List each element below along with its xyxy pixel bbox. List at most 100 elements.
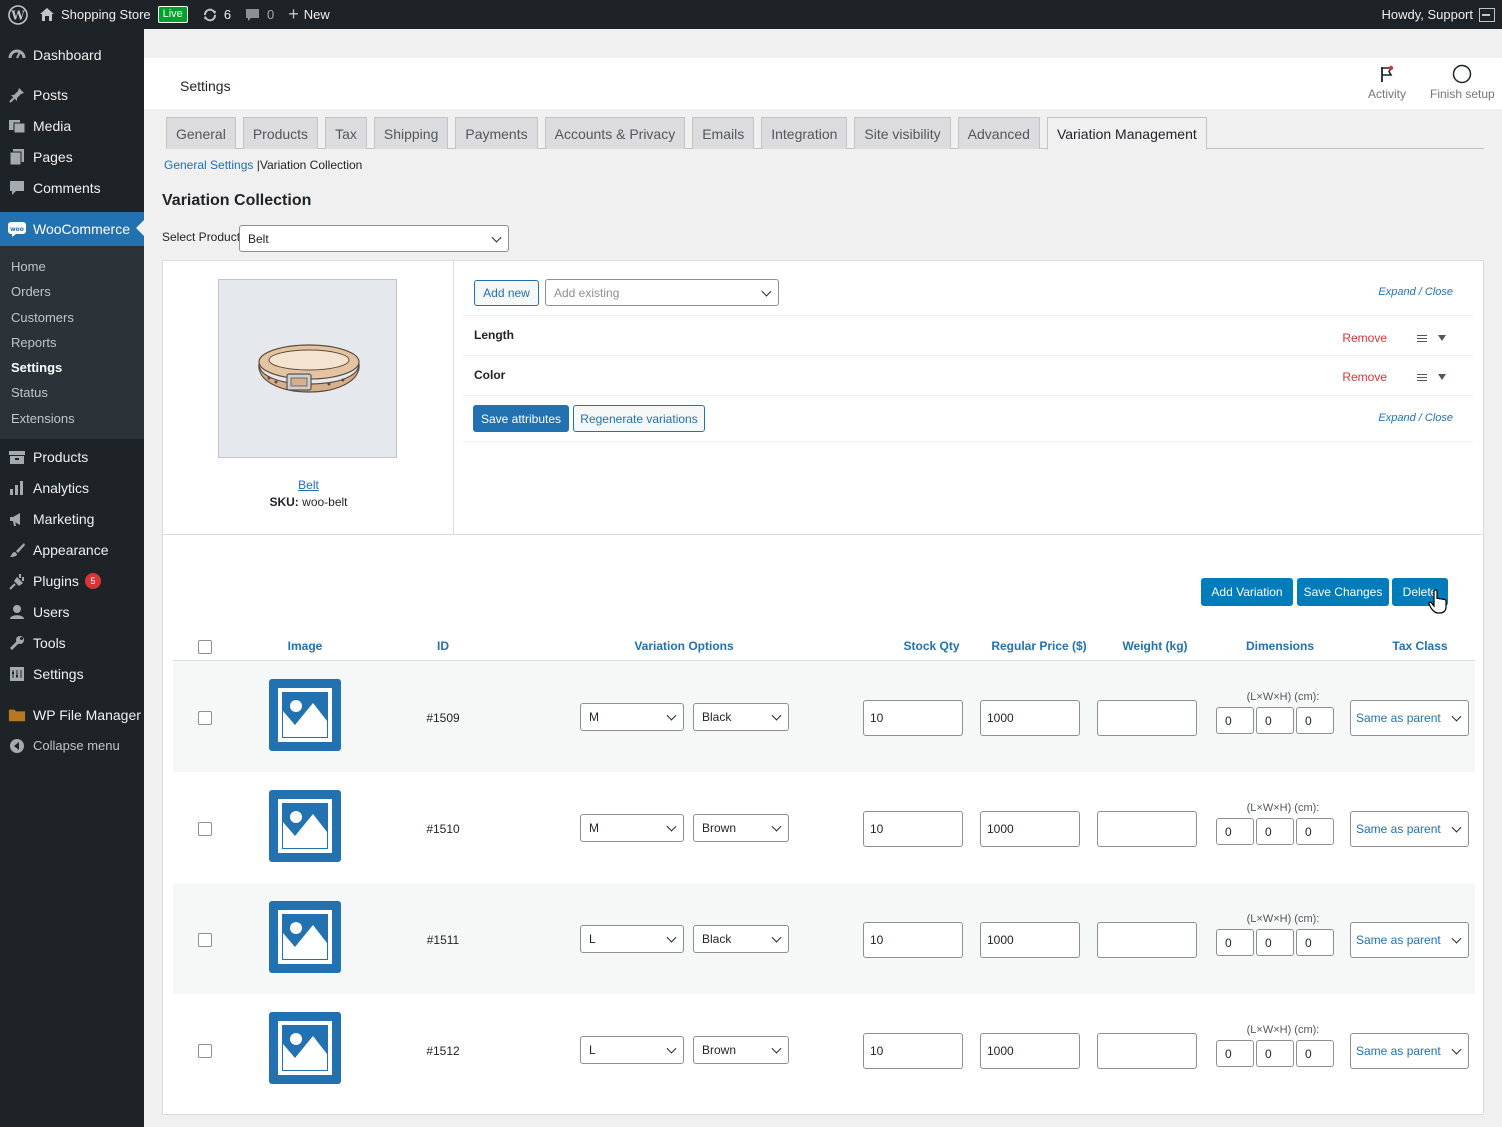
- product-name-link[interactable]: Belt: [163, 478, 454, 492]
- weight-input[interactable]: [1097, 811, 1197, 847]
- tab-payments[interactable]: Payments: [455, 117, 538, 149]
- finish-setup-button[interactable]: Finish setup: [1430, 64, 1495, 101]
- menu-comments[interactable]: Comments: [0, 172, 144, 203]
- row-checkbox[interactable]: [198, 822, 212, 836]
- general-settings-link[interactable]: General Settings: [164, 158, 253, 172]
- menu-pages[interactable]: Pages: [0, 141, 144, 172]
- select-product-dropdown[interactable]: Belt: [239, 225, 509, 252]
- menu-marketing[interactable]: Marketing: [0, 503, 144, 534]
- variation-image-placeholder[interactable]: [269, 790, 341, 862]
- option1-select[interactable]: L: [580, 1036, 684, 1064]
- tax-class-select[interactable]: Same as parent: [1350, 922, 1469, 958]
- submenu-settings[interactable]: Settings: [0, 355, 144, 380]
- stock-qty-input[interactable]: 10: [863, 922, 963, 958]
- regular-price-input[interactable]: 1000: [980, 1033, 1080, 1069]
- new-content-link[interactable]: + New: [281, 0, 337, 29]
- regular-price-input[interactable]: 1000: [980, 922, 1080, 958]
- collapse-menu[interactable]: Collapse menu: [0, 730, 144, 761]
- add-new-attribute-button[interactable]: Add new: [474, 280, 539, 306]
- height-input[interactable]: 0: [1296, 818, 1334, 845]
- width-input[interactable]: 0: [1256, 707, 1294, 734]
- menu-posts[interactable]: Posts: [0, 79, 144, 110]
- stock-qty-input[interactable]: 10: [863, 1033, 963, 1069]
- menu-file-manager[interactable]: WP File Manager: [0, 699, 144, 730]
- stock-qty-input[interactable]: 10: [863, 700, 963, 736]
- variation-image-placeholder[interactable]: [269, 901, 341, 973]
- drag-handle-icon[interactable]: [1417, 335, 1427, 342]
- width-input[interactable]: 0: [1256, 929, 1294, 956]
- toggle-arrow-icon[interactable]: [1438, 335, 1446, 341]
- menu-appearance[interactable]: Appearance: [0, 534, 144, 565]
- menu-products[interactable]: Products: [0, 441, 144, 472]
- height-input[interactable]: 0: [1296, 1040, 1334, 1067]
- weight-input[interactable]: [1097, 1033, 1197, 1069]
- updates-link[interactable]: 6: [195, 0, 238, 29]
- variation-image-placeholder[interactable]: [269, 1012, 341, 1084]
- tab-products[interactable]: Products: [242, 117, 319, 149]
- menu-woocommerce[interactable]: woo WooCommerce: [0, 212, 144, 246]
- submenu-home[interactable]: Home: [0, 254, 144, 279]
- remove-attribute-link[interactable]: Remove: [1342, 331, 1387, 345]
- close-link[interactable]: Close: [1425, 412, 1453, 424]
- height-input[interactable]: 0: [1296, 707, 1334, 734]
- regular-price-input[interactable]: 1000: [980, 700, 1080, 736]
- tab-tax[interactable]: Tax: [325, 117, 367, 149]
- activity-button[interactable]: Activity: [1368, 64, 1406, 101]
- submenu-orders[interactable]: Orders: [0, 279, 144, 304]
- my-account-link[interactable]: Howdy, Support: [1374, 0, 1502, 29]
- submenu-customers[interactable]: Customers: [0, 305, 144, 330]
- save-changes-button[interactable]: Save Changes: [1297, 578, 1389, 606]
- menu-tools[interactable]: Tools: [0, 627, 144, 658]
- option1-select[interactable]: M: [580, 814, 684, 842]
- tax-class-select[interactable]: Same as parent: [1350, 700, 1469, 736]
- wordpress-logo-icon[interactable]: W: [0, 0, 32, 29]
- attribute-row-length[interactable]: Length Remove: [463, 316, 1473, 356]
- tab-site-visibility[interactable]: Site visibility: [854, 117, 951, 149]
- tab-advanced[interactable]: Advanced: [957, 117, 1040, 149]
- length-input[interactable]: 0: [1216, 929, 1254, 956]
- menu-dashboard[interactable]: Dashboard: [0, 39, 144, 70]
- variation-image-placeholder[interactable]: [269, 679, 341, 751]
- expand-link[interactable]: Expand: [1378, 286, 1415, 298]
- option1-select[interactable]: M: [580, 703, 684, 731]
- tab-variation-management[interactable]: Variation Management: [1046, 117, 1207, 150]
- menu-analytics[interactable]: Analytics: [0, 472, 144, 503]
- site-name-link[interactable]: Shopping Store Live: [32, 0, 195, 29]
- option2-select[interactable]: Black: [693, 703, 789, 731]
- toggle-arrow-icon[interactable]: [1438, 374, 1446, 380]
- tab-emails[interactable]: Emails: [692, 117, 755, 149]
- menu-media[interactable]: Media: [0, 110, 144, 141]
- menu-plugins[interactable]: Plugins 5: [0, 565, 144, 596]
- tab-shipping[interactable]: Shipping: [373, 117, 449, 149]
- row-checkbox[interactable]: [198, 711, 212, 725]
- drag-handle-icon[interactable]: [1417, 374, 1427, 381]
- remove-attribute-link[interactable]: Remove: [1342, 370, 1387, 384]
- weight-input[interactable]: [1097, 922, 1197, 958]
- width-input[interactable]: 0: [1256, 1040, 1294, 1067]
- submenu-status[interactable]: Status: [0, 380, 144, 405]
- height-input[interactable]: 0: [1296, 929, 1334, 956]
- row-checkbox[interactable]: [198, 1044, 212, 1058]
- weight-input[interactable]: [1097, 700, 1197, 736]
- submenu-extensions[interactable]: Extensions: [0, 406, 144, 431]
- menu-users[interactable]: Users: [0, 596, 144, 627]
- option2-select[interactable]: Brown: [693, 1036, 789, 1064]
- regenerate-variations-button[interactable]: Regenerate variations: [573, 405, 705, 432]
- length-input[interactable]: 0: [1216, 707, 1254, 734]
- option1-select[interactable]: L: [580, 925, 684, 953]
- width-input[interactable]: 0: [1256, 818, 1294, 845]
- stock-qty-input[interactable]: 10: [863, 811, 963, 847]
- add-variation-button[interactable]: Add Variation: [1201, 578, 1293, 606]
- row-checkbox[interactable]: [198, 933, 212, 947]
- attribute-row-color[interactable]: Color Remove: [463, 356, 1473, 396]
- tab-accounts-privacy[interactable]: Accounts & Privacy: [544, 117, 686, 149]
- regular-price-input[interactable]: 1000: [980, 811, 1080, 847]
- add-existing-attribute-select[interactable]: Add existing: [545, 279, 779, 306]
- comments-link[interactable]: 0: [238, 0, 281, 29]
- option2-select[interactable]: Brown: [693, 814, 789, 842]
- menu-settings[interactable]: Settings: [0, 658, 144, 689]
- tab-integration[interactable]: Integration: [761, 117, 848, 149]
- length-input[interactable]: 0: [1216, 1040, 1254, 1067]
- option2-select[interactable]: Black: [693, 925, 789, 953]
- tab-general[interactable]: General: [166, 117, 236, 149]
